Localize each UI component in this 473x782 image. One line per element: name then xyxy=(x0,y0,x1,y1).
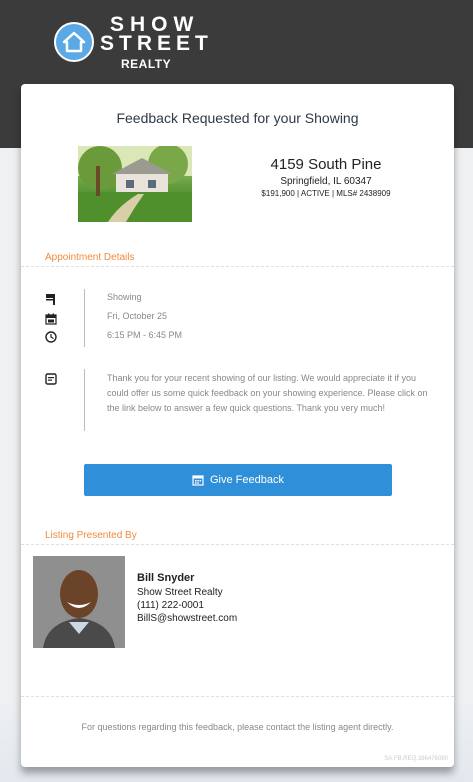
agent-phone[interactable]: (111) 222-0001 xyxy=(137,600,204,611)
clock-icon xyxy=(45,330,57,343)
message-icon xyxy=(45,372,57,385)
agent-company: Show Street Realty xyxy=(137,587,223,598)
divider xyxy=(21,266,454,267)
appointment-heading: Appointment Details xyxy=(45,252,135,263)
reference-code: SA.FB.REQ.386476080 xyxy=(384,756,448,762)
agent-name: Bill Snyder xyxy=(137,572,195,584)
agent-email[interactable]: BillS@showstreet.com xyxy=(137,613,237,624)
calendar-icon xyxy=(192,475,204,486)
feedback-message: Thank you for your recent showing of our… xyxy=(107,373,428,413)
appointment-time: 6:15 PM - 6:45 PM xyxy=(107,330,183,340)
page-title: Feedback Requested for your Showing xyxy=(116,110,359,126)
give-feedback-label: Give Feedback xyxy=(210,474,284,486)
property-address: 4159 South Pine xyxy=(270,156,382,173)
logo-text-line3: REALTY xyxy=(121,57,172,71)
appointment-date: Fri, October 25 xyxy=(107,311,168,321)
logo-text-line2: STREET xyxy=(100,32,213,55)
divider xyxy=(21,696,454,697)
property-meta: $191,900 | ACTIVE | MLS# 2438909 xyxy=(261,189,391,198)
message-divider xyxy=(84,369,85,431)
detail-divider xyxy=(84,289,85,347)
footer-note: For questions regarding this feedback, p… xyxy=(81,722,394,732)
give-feedback-button[interactable]: Give Feedback xyxy=(84,464,392,496)
calendar-icon xyxy=(45,312,57,325)
house-icon xyxy=(54,22,94,62)
show-street-logo[interactable]: SHOW STREET REALTY xyxy=(54,12,208,72)
sign-icon xyxy=(45,292,57,305)
appointment-type: Showing xyxy=(107,292,142,302)
property-city: Springfield, IL 60347 xyxy=(280,176,372,187)
listing-heading: Listing Presented By xyxy=(45,530,137,541)
property-photo[interactable] xyxy=(78,146,192,222)
divider xyxy=(21,544,454,545)
feedback-card: Feedback Requested for your Showing 4159… xyxy=(21,84,454,767)
agent-photo[interactable] xyxy=(33,556,125,648)
